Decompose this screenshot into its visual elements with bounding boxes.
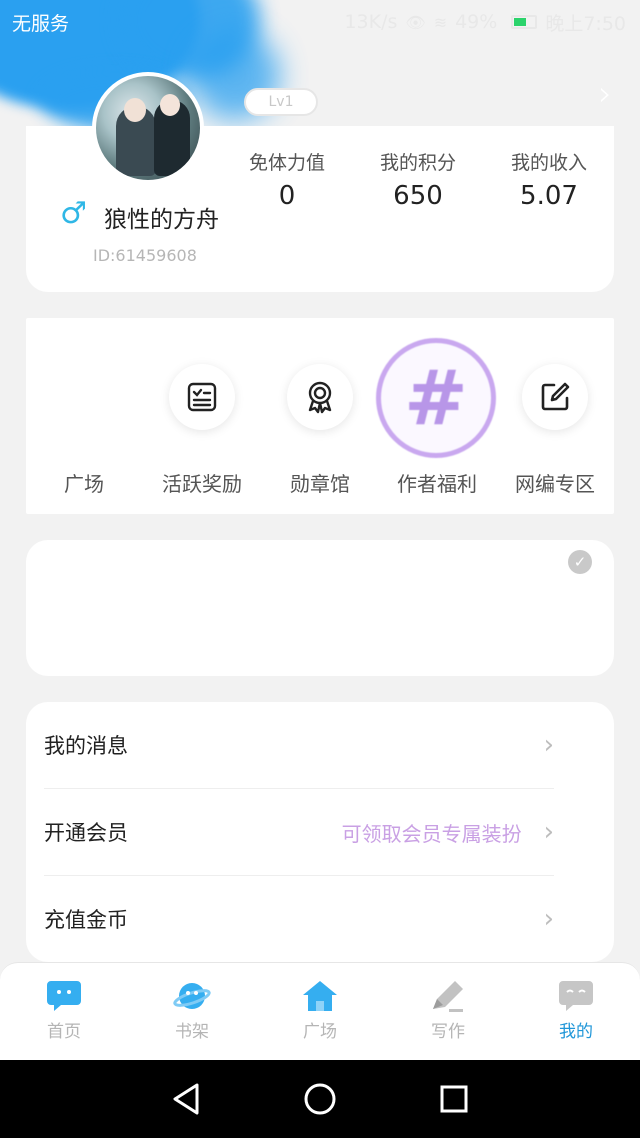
stat-value: 0 <box>278 181 296 211</box>
check-icon[interactable]: ✓ <box>568 550 592 574</box>
nav-label: 书架 <box>175 1022 209 1042</box>
home-circle-icon[interactable] <box>303 1082 337 1116</box>
recents-square-icon[interactable] <box>439 1084 469 1114</box>
quick-item-label: 活跃奖励 <box>162 472 242 496</box>
network-speed: 13K/s <box>344 11 398 33</box>
clock-text: 晚上7:50 <box>545 12 626 35</box>
nav-plaza[interactable]: 广场 <box>256 963 384 1060</box>
quick-item-label: 广场 <box>64 472 104 496</box>
chevron-right-icon: › <box>543 817 554 847</box>
home-icon <box>303 981 337 1011</box>
nav-write[interactable]: 写作 <box>384 963 512 1060</box>
nav-label: 广场 <box>303 1022 337 1042</box>
quick-item-label: 勋章馆 <box>290 472 350 496</box>
nav-home[interactable]: 首页 <box>0 963 128 1060</box>
list-item-recharge-coins[interactable]: 充值金币 › <box>44 876 554 962</box>
back-triangle-icon[interactable] <box>171 1082 201 1116</box>
chat-face-icon <box>559 981 593 1011</box>
system-navigation-bar <box>0 1060 640 1138</box>
list-item-title: 我的消息 <box>44 734 128 758</box>
stat-label: 我的收入 <box>510 152 587 174</box>
quick-item-label: 网编专区 <box>515 472 595 496</box>
edit-box-icon <box>522 364 588 430</box>
quick-item-plaza[interactable]: 广场 <box>24 364 144 497</box>
stat-label: 免体力值 <box>248 152 325 174</box>
planet-icon <box>173 983 211 1009</box>
medal-icon <box>287 364 353 430</box>
quick-item-label: 作者福利 <box>397 472 477 496</box>
quick-item-editor-zone[interactable]: 网编专区 <box>495 364 615 497</box>
nav-bookshelf[interactable]: 书架 <box>128 963 256 1060</box>
quick-item-activity-reward[interactable]: 活跃奖励 <box>142 364 262 497</box>
carrier-text: 无服务 <box>12 12 70 35</box>
nav-label: 写作 <box>431 1022 465 1042</box>
stat-income[interactable]: 我的收入 5.07 <box>489 148 609 211</box>
battery-percent: 49% <box>455 11 498 33</box>
profile-chevron-right-icon[interactable]: › <box>598 74 612 114</box>
pen-icon <box>433 981 463 1012</box>
stat-value: 650 <box>393 181 443 211</box>
nav-mine[interactable]: 我的 <box>512 963 640 1060</box>
battery-icon <box>511 15 538 29</box>
list-item-title: 充值金币 <box>44 908 128 932</box>
list-item-title: 开通会员 <box>44 821 128 845</box>
bottom-navigation: 首页 书架 广场 写作 我的 <box>0 962 640 1060</box>
male-gender-icon: ♂ <box>60 196 87 231</box>
quick-item-author-welfare[interactable]: 作者福利 <box>377 364 497 497</box>
avatar[interactable] <box>92 72 204 184</box>
stat-stamina[interactable]: 免体力值 0 <box>227 148 347 211</box>
list-item-my-messages[interactable]: 我的消息 › <box>44 702 554 788</box>
level-badge: Lv1 <box>244 88 318 116</box>
chat-bubble-icon <box>47 981 81 1011</box>
quick-item-medal-hall[interactable]: 勋章馆 <box>260 364 380 497</box>
status-bar: 无服务 13K/s 👁 ≋ 49% 晚上7:50 <box>0 0 640 44</box>
banner-card[interactable]: ✓ <box>26 540 614 676</box>
stat-label: 我的积分 <box>379 152 456 174</box>
eye-icon: 👁 <box>405 12 426 32</box>
checklist-icon <box>169 364 235 430</box>
stat-points[interactable]: 我的积分 650 <box>358 148 478 211</box>
stat-value: 5.07 <box>520 181 578 211</box>
list-item-vip[interactable]: 开通会员 可领取会员专属装扮 › <box>44 789 554 875</box>
user-id: ID:61459608 <box>93 246 197 265</box>
chevron-right-icon: › <box>543 904 554 934</box>
chevron-right-icon: › <box>543 730 554 760</box>
nav-label: 首页 <box>47 1022 81 1042</box>
vip-promo-text: 可领取会员专属装扮 <box>341 821 522 846</box>
nickname: 狼性的方舟 <box>104 207 219 233</box>
nav-label: 我的 <box>559 1022 593 1042</box>
wifi-icon: ≋ <box>433 12 448 32</box>
